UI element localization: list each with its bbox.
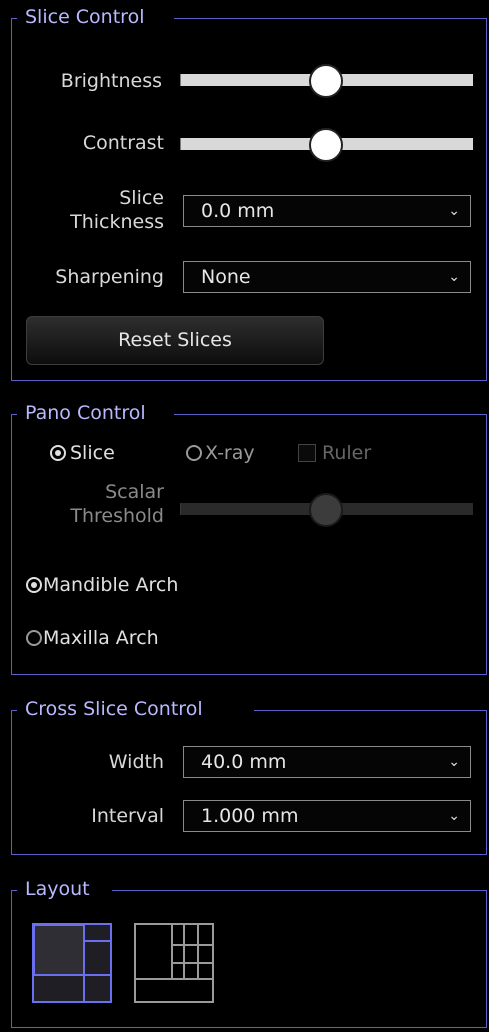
interval-label: Interval bbox=[91, 805, 164, 827]
slice-mode-radio[interactable] bbox=[50, 445, 66, 461]
interval-select[interactable]: 1.000 mm ⌄ bbox=[183, 800, 471, 832]
layout-title: Layout bbox=[23, 878, 92, 900]
chevron-down-icon: ⌄ bbox=[448, 203, 460, 219]
ruler-checkbox[interactable] bbox=[298, 444, 316, 462]
reset-slices-button[interactable]: Reset Slices bbox=[26, 316, 324, 365]
contrast-label: Contrast bbox=[82, 132, 164, 154]
cross-slice-control-group: Cross Slice Control Width 40.0 mm ⌄ Inte… bbox=[11, 698, 487, 855]
mandible-arch-label[interactable]: Mandible Arch bbox=[43, 573, 178, 597]
layout-grid-top-icon[interactable] bbox=[134, 923, 214, 1003]
maxilla-arch-radio[interactable] bbox=[26, 630, 42, 646]
pano-control-group: Pano Control Slice X-ray Ruler Scalar Th… bbox=[11, 402, 487, 675]
brightness-slider-thumb[interactable] bbox=[309, 64, 343, 98]
mandible-arch-radio[interactable] bbox=[26, 577, 42, 593]
slice-control-title: Slice Control bbox=[23, 6, 147, 28]
sharpening-select[interactable]: None ⌄ bbox=[183, 261, 471, 293]
chevron-down-icon: ⌄ bbox=[448, 754, 460, 770]
chevron-down-icon: ⌄ bbox=[448, 269, 460, 285]
maxilla-arch-label[interactable]: Maxilla Arch bbox=[43, 626, 159, 650]
contrast-slider-thumb[interactable] bbox=[309, 128, 343, 162]
layout-group: Layout bbox=[11, 878, 487, 1028]
slice-control-group: Slice Control Brightness Contrast Slice … bbox=[11, 6, 487, 381]
xray-mode-radio[interactable] bbox=[186, 445, 202, 461]
slice-thickness-select[interactable]: 0.0 mm ⌄ bbox=[183, 195, 471, 227]
ruler-label[interactable]: Ruler bbox=[322, 441, 371, 465]
slice-mode-label[interactable]: Slice bbox=[70, 441, 115, 465]
pano-control-title: Pano Control bbox=[23, 402, 148, 424]
scalar-threshold-label: Scalar Threshold bbox=[70, 481, 164, 527]
slice-thickness-label: Slice Thickness bbox=[70, 187, 164, 233]
width-label: Width bbox=[108, 751, 164, 773]
xray-mode-label[interactable]: X-ray bbox=[205, 441, 255, 465]
layout-large-left-icon[interactable] bbox=[32, 923, 112, 1003]
sharpening-label: Sharpening bbox=[55, 266, 164, 288]
brightness-label: Brightness bbox=[60, 70, 162, 92]
chevron-down-icon: ⌄ bbox=[448, 808, 460, 824]
scalar-threshold-slider-thumb[interactable] bbox=[309, 493, 343, 527]
width-select[interactable]: 40.0 mm ⌄ bbox=[183, 746, 471, 778]
cross-slice-control-title: Cross Slice Control bbox=[23, 698, 205, 720]
